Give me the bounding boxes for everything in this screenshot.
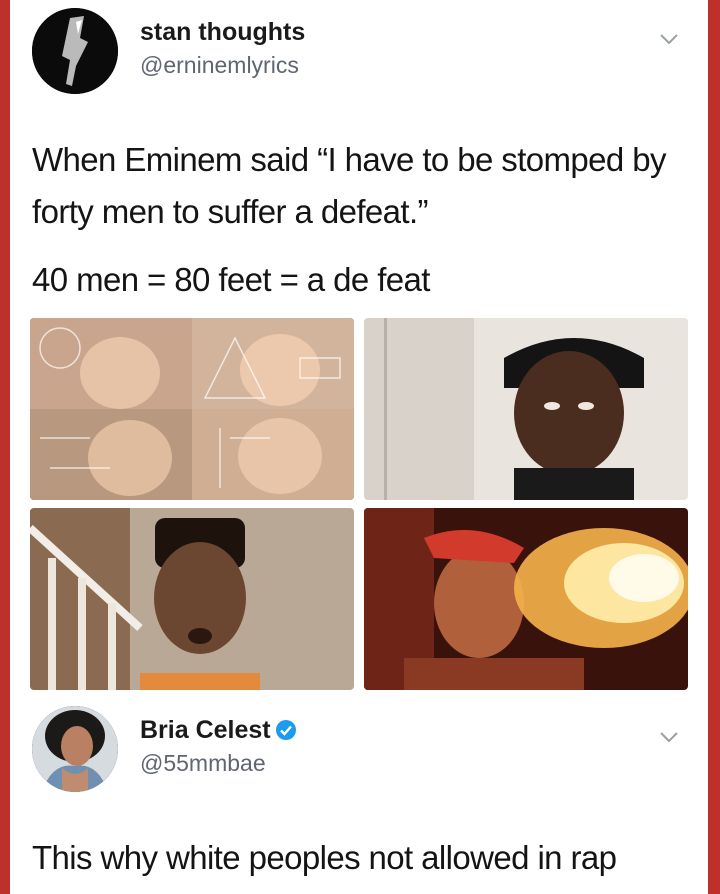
tweet-text-punchline: 40 men = 80 feet = a de feat (32, 261, 430, 298)
reply-header: Bria Celest @55mmbae (28, 700, 690, 796)
chevron-down-icon[interactable] (658, 726, 680, 748)
reply-user-handle[interactable]: @55mmbae (140, 750, 266, 777)
tweet-header: stan thoughts @erninemlyrics (28, 4, 690, 94)
reply-user-name[interactable]: Bria Celest (140, 716, 271, 744)
tweet-text: When Eminem said “I have to be stomped b… (32, 141, 666, 230)
reply-avatar[interactable] (32, 706, 118, 792)
user-name[interactable]: stan thoughts (140, 18, 305, 47)
user-handle[interactable]: @erninemlyrics (140, 52, 299, 79)
reply-text: This why white peoples not allowed in ra… (32, 839, 617, 876)
tweet-media-grid (30, 318, 688, 690)
media-image-2[interactable] (364, 318, 688, 500)
verified-badge-icon (275, 719, 297, 741)
media-image-1[interactable] (30, 318, 354, 500)
reply-user-name-row[interactable]: Bria Celest (140, 716, 297, 745)
avatar[interactable] (32, 8, 118, 94)
screenshot-frame: stan thoughts @erninemlyrics When Eminem… (10, 0, 708, 894)
media-image-4[interactable] (364, 508, 688, 690)
chevron-down-icon[interactable] (658, 28, 680, 50)
media-image-3[interactable] (30, 508, 354, 690)
